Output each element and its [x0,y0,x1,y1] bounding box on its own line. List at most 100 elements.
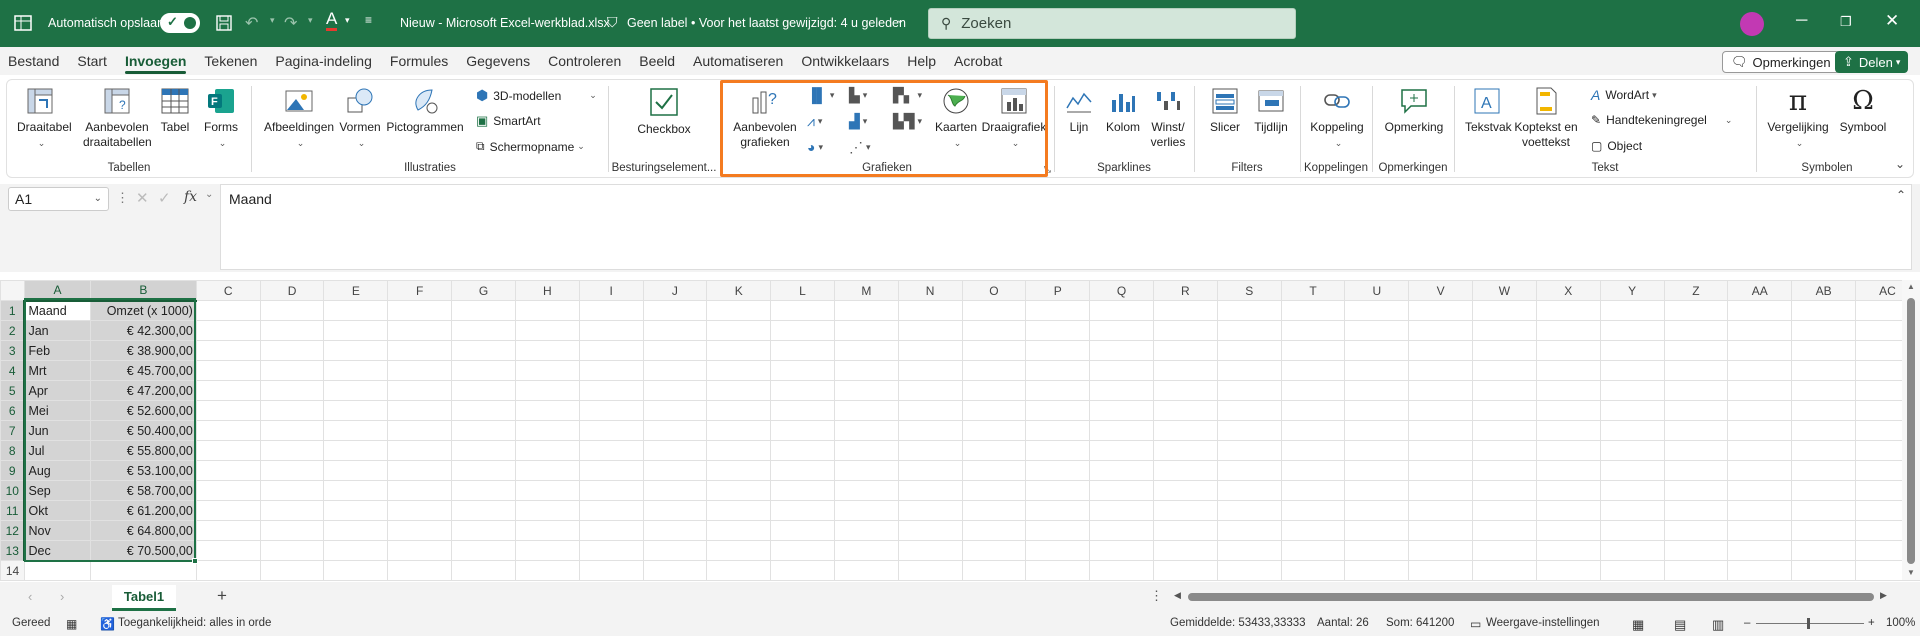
column-header-d[interactable]: D [259,280,325,301]
cell[interactable] [1408,360,1474,381]
cell-b[interactable]: € 53.100,00 [89,460,197,481]
cell[interactable] [1344,500,1410,521]
row-header[interactable]: 6 [0,400,26,421]
cell[interactable] [451,480,516,501]
cell[interactable] [195,320,261,341]
cell[interactable] [1344,440,1410,461]
cell[interactable] [514,340,580,361]
cell[interactable] [1535,380,1601,401]
cell[interactable] [1152,340,1218,361]
row-header[interactable]: 8 [0,440,26,461]
cell[interactable] [387,560,453,581]
cell[interactable] [706,420,772,441]
link-button[interactable]: Koppeling ⌄ [1307,86,1367,151]
cell[interactable] [1791,380,1856,401]
cell[interactable] [770,520,835,541]
cell[interactable] [259,380,325,401]
cell-b[interactable]: € 50.400,00 [89,420,197,441]
cell[interactable] [897,360,963,381]
cell[interactable] [1727,500,1793,521]
cell[interactable] [897,400,963,421]
cell[interactable] [578,440,644,461]
cell[interactable] [1663,500,1729,521]
cell[interactable] [1089,460,1154,481]
cell[interactable] [1152,440,1218,461]
sensitivity-label[interactable]: Geen label [627,16,687,30]
cell[interactable] [706,500,772,521]
cell[interactable] [1663,540,1729,561]
cell-a[interactable]: Jul [23,440,91,461]
cell[interactable] [1089,480,1154,501]
font-color-icon[interactable]: A [326,10,338,31]
column-header-ab[interactable]: AB [1791,280,1856,301]
cell-a[interactable]: Maand [23,300,91,321]
cell[interactable] [770,500,835,521]
cell-b[interactable]: € 58.700,00 [89,480,197,501]
worksheet-grid[interactable]: A B C D E F G H I J K L M N O P Q R S T U V W X Y Z AA AB AC 1 Maand O… [0,280,1920,581]
cell[interactable] [897,440,963,461]
column-header-i[interactable]: I [578,280,644,301]
cell[interactable] [1535,340,1601,361]
cell[interactable] [259,360,325,381]
prev-sheet-icon[interactable]: ‹ [28,589,32,604]
slicer-button[interactable]: Slicer [1205,86,1245,135]
cell[interactable] [642,440,708,461]
cell[interactable] [1408,500,1474,521]
cell[interactable] [1025,340,1091,361]
cell[interactable] [578,520,644,541]
cell[interactable] [1408,560,1474,581]
cell[interactable] [1535,480,1601,501]
cell[interactable] [1344,400,1410,421]
cell[interactable] [1280,400,1346,421]
cell[interactable] [1599,300,1665,321]
cell[interactable] [706,340,772,361]
cell[interactable] [770,360,835,381]
column-header-q[interactable]: Q [1089,280,1154,301]
save-icon[interactable] [215,14,233,35]
cell[interactable] [1535,300,1601,321]
collapse-ribbon-icon[interactable]: ⌄ [1895,157,1905,171]
cell[interactable] [259,440,325,461]
cell[interactable] [706,400,772,421]
cell[interactable] [1599,440,1665,461]
fx-icon[interactable]: fx [184,189,197,205]
cell[interactable] [259,540,325,561]
cell[interactable] [961,520,1027,541]
cell[interactable] [1599,500,1665,521]
cell[interactable] [514,400,580,421]
cell[interactable] [1663,460,1729,481]
cell[interactable] [770,540,835,561]
cell[interactable] [1025,520,1091,541]
cell[interactable] [195,500,261,521]
column-header-n[interactable]: N [897,280,963,301]
cell[interactable] [1599,340,1665,361]
tab-gegevens[interactable]: Gegevens [457,47,539,75]
autosave-toggle[interactable]: ✓ [160,13,200,33]
smartart-button[interactable]: ▣ SmartArt [476,113,541,129]
header-footer-button[interactable]: Koptekst en voettekst [1511,86,1581,150]
sparkline-winloss-button[interactable]: Winst/ verlies [1147,86,1189,150]
share-button[interactable]: ⇪ Delen ▾ [1835,51,1909,73]
more-icon[interactable]: ⋮ [1150,588,1163,604]
cell[interactable] [770,440,835,461]
display-settings[interactable]: Weergave-instellingen [1486,617,1600,629]
vertical-scrollbar[interactable]: ▲ ▼ [1902,280,1920,580]
cell[interactable] [1535,540,1601,561]
formula-input[interactable]: Maand [220,184,1912,270]
cell[interactable] [897,380,963,401]
cell[interactable] [706,440,772,461]
maps-button[interactable]: Kaarten ⌄ [931,86,981,151]
cell[interactable] [1408,300,1474,321]
cell[interactable] [1089,320,1154,341]
row-header[interactable]: 10 [0,480,26,501]
cell[interactable] [1280,360,1346,381]
cell[interactable] [1535,500,1601,521]
last-modified[interactable]: • Voor het laatst gewijzigd: 4 u geleden [691,16,906,30]
cell[interactable] [897,500,963,521]
tab-ontwikkelaars[interactable]: Ontwikkelaars [792,47,898,75]
zoom-slider[interactable] [1756,623,1864,624]
macro-icon[interactable]: ▦ [66,617,77,631]
cell[interactable] [1599,540,1665,561]
cell[interactable] [642,340,708,361]
scroll-down-icon[interactable]: ▼ [1907,568,1915,577]
